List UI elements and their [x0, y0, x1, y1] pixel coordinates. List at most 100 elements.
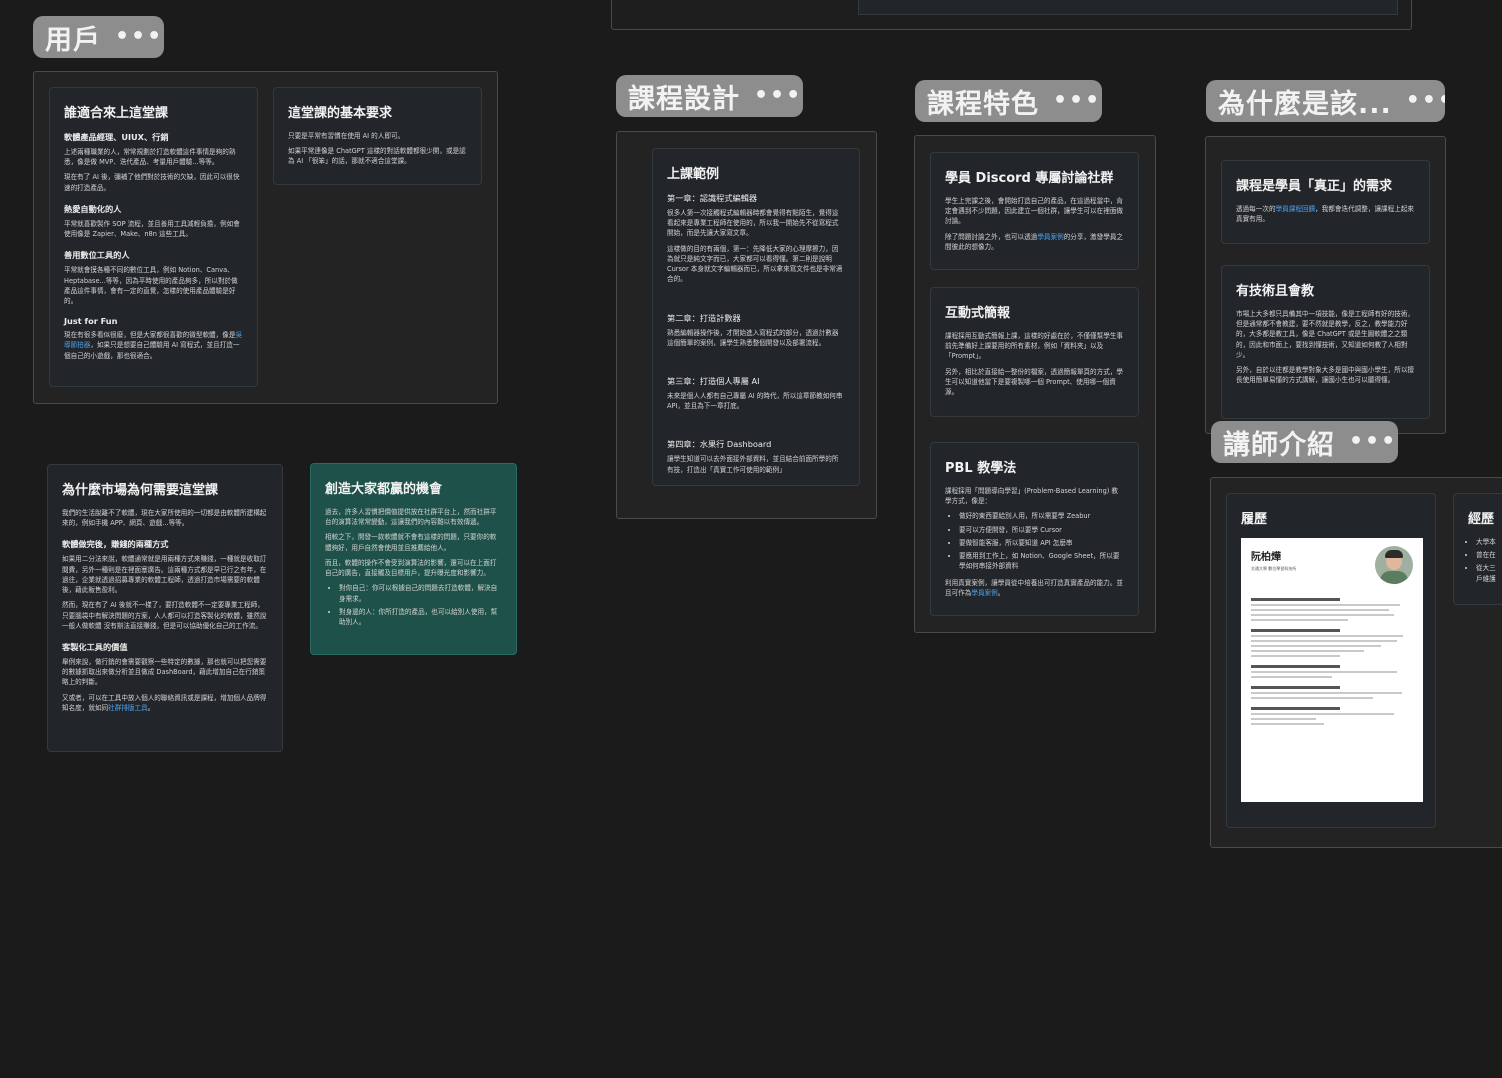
resume-line [1251, 614, 1394, 616]
more-options-icon[interactable]: ••• [1392, 90, 1445, 112]
resume-line [1251, 619, 1349, 621]
card-title: PBL 教學法 [945, 461, 1017, 476]
design-section: 上課範例 第一章：認識程式編輯器 很多人第一次接觸程式編輯器時都會覺得有點陌生，… [616, 131, 877, 519]
card-text: 課程採用「問題導向學習」(Problem-Based Learning) 教學方… [945, 487, 1119, 506]
chapter-title: 第二章：打造計數器 [667, 312, 741, 323]
card-text: 熟悉編輯器操作後，才開始進入寫程式的部分，透過計數器這個簡單的案例，讓學生熟悉整… [667, 328, 839, 347]
card-text: 未來是個人人都有自己專屬 AI 的時代，所以這章節教如何串 API，並且為下一章… [667, 391, 843, 411]
card-text: 上述兩種職業的人，常常規劃於打造軟體這件事情是夠的熟悉，像是做 MVP、迭代產品… [64, 148, 236, 167]
experience-card[interactable]: 經歷 大學本 曾在在 從大三戶維護 [1453, 493, 1502, 605]
resume-lines [1251, 598, 1413, 725]
resume-line [1251, 723, 1324, 725]
card-text: 很多人第一次接觸程式編輯器時都會覺得有點陌生，覺得這看起來是專業工程師在使用的，… [667, 209, 839, 238]
resume-card[interactable]: 履歷 阮柏燁 交通大學 數位學習科技所 [1226, 493, 1436, 828]
student-cases-link[interactable]: 學員案例 [1037, 233, 1063, 241]
why-section: 課程是學員「真正」的需求 透過每一次的學員課程回饋，我都會迭代調整，讓課程上起來… [1205, 136, 1446, 434]
section-title-design[interactable]: 課程設計 ••• [616, 75, 803, 117]
card-text: 市場上大多都只具備其中一項技能，像是工程師有好的技術，但是通常都不會教建，要不然… [1236, 310, 1415, 359]
list-item: 要應用到工作上，如 Notion、Google Sheet，所以要學如何串接外部… [959, 551, 1124, 571]
teach-card[interactable]: 有技術且會教 市場上大多都只具備其中一項技能，像是工程師有好的技術，但是通常都不… [1221, 265, 1430, 419]
section-title-users[interactable]: 用戶 ••• [33, 16, 164, 58]
card-heading: 善用數位工具的人 [64, 250, 130, 261]
card-text: 另外，相比於直接給一整份的檔案，透過簡報單頁的方式，學生可以知道他當下是要複製哪… [945, 367, 1124, 397]
card-text: 然而，現在有了 AI 後就不一樣了，要打造軟體不一定要專業工程師，只要腦袋中有解… [62, 601, 267, 630]
bullet-list: 做好的東西要給別人用，所以需要學 Zeabur 要可以方便開發，所以要學 Cur… [945, 511, 1124, 571]
card-text: 學生上完課之後，會開始打造自己的產品，在這過程當中，肯定會遇到不少問題，因此建立… [945, 197, 1124, 226]
card-title: 誰適合來上這堂課 [64, 106, 169, 121]
resume-line [1251, 718, 1316, 720]
card-text: 現在有了 AI 後，彌補了他們對於技術的欠缺，因此可以很快速的打造產品。 [64, 173, 240, 192]
more-options-icon[interactable]: ••• [1335, 431, 1397, 453]
text-span: 。 [997, 588, 1005, 597]
list-item: 對你自己：你可以根據自己的問題去打造軟體，解決自身需求。 [339, 583, 502, 603]
chapter-title: 第一章：認識程式編輯器 [667, 193, 758, 203]
text-span: ，如果只是想要自己體驗用 AI 寫程式，並且打造一個自己的小遊戲，那也很適合。 [64, 341, 240, 360]
text-span: 戶維護 [1476, 574, 1496, 583]
photo-hair [1385, 550, 1403, 558]
card-text: 課程採用互動式簡報上課，這樣的好處在於，不僅僅幫學生事前先準備好上課要用的所有素… [945, 332, 1124, 361]
text-span: 現在有很多看似很廢，但是大家都很喜歡的微型軟體，像是 [64, 331, 236, 340]
list-item: 做好的東西要給別人用，所以需要學 Zeabur [959, 511, 1124, 521]
top-partial-section [611, 0, 1412, 30]
resume-line [1251, 707, 1341, 710]
winwin-card[interactable]: 創造大家都贏的機會 過去，許多人習慣把價值提供放在社群平台上，然而社群平台的演算… [310, 463, 517, 655]
resume-line [1251, 635, 1404, 637]
section-title-text: 課程特色 [927, 88, 1039, 120]
card-text: 另外，自於以往都是教學對象大多是國中與國小學生，所以擅長使用簡單易懂的方式講解，… [1236, 366, 1415, 385]
more-options-icon[interactable]: ••• [1039, 90, 1101, 112]
social-layout-tool-link[interactable]: 社群排版工具 [108, 704, 148, 712]
resume-line [1251, 692, 1402, 694]
card-text: 我們的生活脫離不了軟體，現在大家所使用的一切都是由軟體所建構起來的，例如手機 A… [62, 509, 267, 528]
card-text: 平常就會摸各種不同的數位工具，例如 Notion、Canva、Heptabase… [64, 266, 238, 305]
student-cases-link[interactable]: 學員案例 [971, 589, 997, 597]
resume-line [1251, 665, 1341, 668]
resume-line [1251, 604, 1401, 606]
card-text: 如果平常連像是 ChatGPT 這樣的對話軟體都很少開，或是認為 AI 「很笨」… [288, 147, 466, 166]
top-partial-card [858, 0, 1398, 15]
slides-card[interactable]: 互動式簡報 課程採用互動式簡報上課，這樣的好處在於，不僅僅幫學生事前先準備好上課… [930, 287, 1139, 417]
discord-card[interactable]: 學員 Discord 專屬討論社群 學生上完課之後，會開始打造自己的產品，在這過… [930, 152, 1139, 270]
card-title: 這堂課的基本要求 [288, 106, 393, 121]
requirements-card[interactable]: 這堂課的基本要求 只要是平常有習慣在使用 AI 的人即可。 如果平常連像是 Ch… [273, 87, 482, 185]
more-options-icon[interactable]: ••• [101, 26, 163, 48]
card-title: 課程是學員「真正」的需求 [1236, 179, 1393, 194]
card-heading: 客製化工具的價值 [62, 641, 128, 652]
text-span: 又或者，可以在工具中放入個人的聯絡資訊或是課程，增加個人品牌得知名度，就如同 [62, 693, 267, 712]
card-title: 履歷 [1241, 512, 1268, 527]
who-card[interactable]: 誰適合來上這堂課 軟體產品經理、UIUX、行銷 上述兩種職業的人，常常規劃於打造… [49, 87, 258, 387]
card-text: 現在有很多看似很廢，但是大家都很喜歡的微型軟體，像是吳導節拍器，如果只是想要自己… [64, 330, 243, 361]
resume-line [1251, 713, 1394, 715]
card-text: 相較之下，開發一款軟體就不會有這樣的問題，只要你的軟體夠好，用戶自然會使用並且推… [325, 533, 497, 552]
list-item: 對身邊的人：你所打造的產品，也可以給別人使用，幫助別人。 [339, 607, 502, 627]
card-text: 讓學生知道可以去外面接外部資料，並且結合前面所學的所有技，打造出「真實工作可使用… [667, 455, 839, 474]
section-title-why[interactable]: 為什麼是該... ••• [1206, 80, 1445, 122]
market-card[interactable]: 為什麼市場為何需要這堂課 我們的生活脫離不了軟體，現在大家所使用的一切都是由軟體… [47, 464, 283, 752]
card-heading: Just for Fun [64, 316, 118, 327]
real-need-card[interactable]: 課程是學員「真正」的需求 透過每一次的學員課程回饋，我都會迭代調整，讓課程上起來… [1221, 160, 1430, 244]
section-title-instructor[interactable]: 講師介紹 ••• [1211, 421, 1398, 463]
text-span: 從大三 [1476, 564, 1496, 573]
card-heading: 熱愛自動化的人 [64, 203, 122, 214]
users-section: 誰適合來上這堂課 軟體產品經理、UIUX、行銷 上述兩種職業的人，常常規劃於打造… [33, 71, 498, 404]
chapter-title: 第三章：打造個人專屬 AI [667, 375, 760, 386]
photo-body [1380, 571, 1408, 584]
card-text: 除了問題討論之外，也可以透過學員案例的分享，激發學員之間彼此的想像力。 [945, 232, 1124, 252]
card-text: 又或者，可以在工具中放入個人的聯絡資訊或是課程，增加個人品牌得知名度，就如同社群… [62, 693, 268, 713]
student-feedback-link[interactable]: 學員課程回饋 [1276, 205, 1316, 213]
card-text: 透過每一次的學員課程回饋，我都會迭代調整，讓課程上起來真實有用。 [1236, 204, 1415, 224]
resume-line [1251, 671, 1397, 673]
card-title: 學員 Discord 專屬討論社群 [945, 171, 1114, 186]
resume-line [1251, 697, 1373, 699]
section-title-text: 課程設計 [628, 83, 740, 115]
pbl-card[interactable]: PBL 教學法 課程採用「問題導向學習」(Problem-Based Learn… [930, 442, 1139, 616]
card-heading: 軟體做完後，賺錢的兩種方式 [62, 539, 169, 550]
list-item: 要做智能客服，所以要知道 API 怎麼串 [959, 538, 1124, 548]
card-heading: 軟體產品經理、UIUX、行銷 [64, 132, 169, 142]
more-options-icon[interactable]: ••• [740, 85, 802, 107]
class-example-card[interactable]: 上課範例 第一章：認識程式編輯器 很多人第一次接觸程式編輯器時都會覺得有點陌生，… [652, 148, 860, 486]
card-title: 有技術且會教 [1236, 284, 1315, 299]
resume-line [1251, 655, 1341, 657]
section-title-features[interactable]: 課程特色 ••• [915, 80, 1102, 122]
